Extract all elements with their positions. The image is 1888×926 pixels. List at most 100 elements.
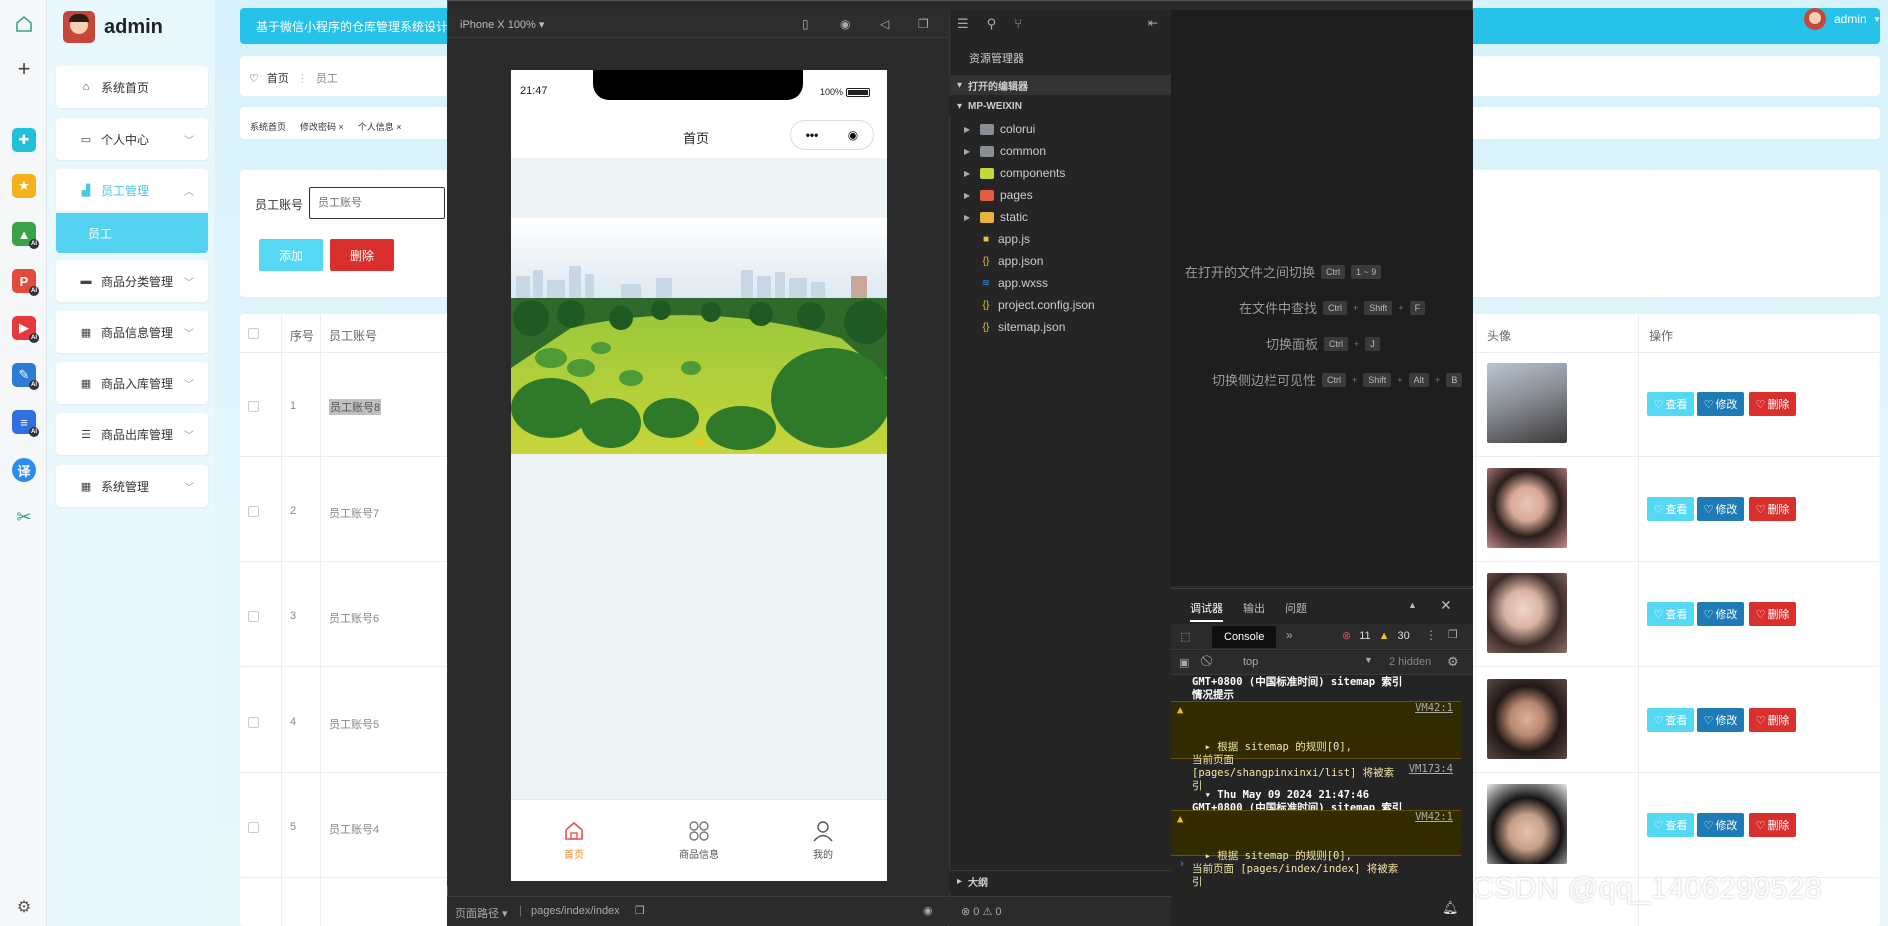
view-button[interactable]: ♡ 查看: [1647, 813, 1694, 837]
outline-section[interactable]: ▸ 大纲: [949, 870, 1171, 892]
doc-ai-icon[interactable]: ✎ AI: [12, 363, 39, 390]
text-ai-icon[interactable]: ≡ AI: [12, 410, 39, 437]
context-select[interactable]: top: [1243, 656, 1258, 668]
app-icon-1[interactable]: ✚: [12, 128, 36, 152]
tab-debugger[interactable]: 调试器: [1190, 600, 1223, 622]
home-banner-image[interactable]: [511, 218, 887, 454]
tag-item[interactable]: 修改密码 ×: [300, 120, 344, 133]
star-app-icon[interactable]: ★: [12, 174, 36, 198]
eye-icon[interactable]: ◉: [923, 904, 933, 917]
tree-folder[interactable]: ▶ colorui: [964, 119, 1035, 139]
page-path-label[interactable]: 页面路径 ▾: [455, 905, 508, 921]
menu-outbound[interactable]: ☰ 商品出库管理 ﹀: [56, 413, 208, 455]
volume-icon[interactable]: ◁: [880, 17, 889, 31]
tree-folder[interactable]: ▶ static: [964, 207, 1028, 227]
edit-button[interactable]: ♡ 修改: [1697, 602, 1744, 626]
tag-item[interactable]: 个人信息 ×: [358, 120, 402, 133]
tab-home[interactable]: 首页: [534, 820, 614, 861]
files-icon[interactable]: ☰: [957, 16, 969, 32]
tree-file[interactable]: {} project.config.json: [964, 295, 1095, 315]
search-input[interactable]: [309, 187, 445, 219]
row-checkbox[interactable]: [248, 822, 259, 833]
problems-indicator[interactable]: ⊗ 0 ⚠ 0: [949, 896, 1171, 926]
delete-button[interactable]: ♡ 删除: [1749, 392, 1796, 416]
edit-button[interactable]: ♡ 修改: [1697, 497, 1744, 521]
window-icon[interactable]: ❐: [918, 17, 929, 31]
menu-category[interactable]: ▬ 商品分类管理 ﹀: [56, 260, 208, 302]
menu-system[interactable]: ▦ 系统管理 ﹀: [56, 465, 208, 507]
tag-item[interactable]: 系统首页: [250, 120, 286, 133]
tree-file[interactable]: {} sitemap.json: [964, 317, 1066, 337]
collapse-icon[interactable]: ⇤: [1148, 16, 1158, 30]
bell-icon[interactable]: 🔔︎: [1442, 900, 1459, 916]
user-menu[interactable]: admin ▾: [1804, 8, 1879, 30]
submenu-staff[interactable]: 员工: [56, 213, 208, 253]
row-checkbox[interactable]: [248, 401, 259, 412]
edit-button[interactable]: ♡ 修改: [1697, 392, 1744, 416]
tree-folder[interactable]: ▶ common: [964, 141, 1046, 161]
view-button[interactable]: ♡ 查看: [1647, 497, 1694, 521]
phone-icon[interactable]: ▯: [802, 17, 809, 31]
more-icon[interactable]: •••: [806, 128, 819, 142]
settings-icon[interactable]: ⚙: [1447, 654, 1459, 670]
menu-inbound[interactable]: ▦ 商品入库管理 ﹀: [56, 362, 208, 404]
carousel-indicator[interactable]: [696, 439, 703, 446]
image-ai-icon[interactable]: ▲ AI: [12, 222, 39, 249]
tab-mine[interactable]: 我的: [783, 820, 863, 861]
more-tabs-icon[interactable]: »: [1286, 628, 1293, 642]
device-select[interactable]: iPhone X 100% ▾: [460, 18, 544, 31]
menu-staff[interactable]: ▟ 员工管理 ︿: [56, 169, 208, 211]
source-link[interactable]: VM42:1: [1415, 702, 1453, 715]
row-checkbox[interactable]: [248, 506, 259, 517]
miniapp-capsule[interactable]: ••• ◉: [790, 120, 874, 150]
scissors-icon[interactable]: ✂: [12, 505, 36, 529]
row-checkbox[interactable]: [248, 717, 259, 728]
source-link[interactable]: VM173:4: [1409, 763, 1453, 776]
copy-icon[interactable]: ❐: [635, 904, 645, 917]
inspect-icon[interactable]: ⬚: [1180, 630, 1190, 643]
tree-folder[interactable]: ▶ pages: [964, 185, 1033, 205]
sidebar-toggle-icon[interactable]: ▣: [1179, 656, 1189, 669]
settings-icon[interactable]: ⚙: [12, 895, 36, 919]
home-icon[interactable]: [12, 12, 36, 36]
close-miniapp-icon[interactable]: ◉: [848, 128, 858, 142]
delete-button[interactable]: ♡ 删除: [1749, 602, 1796, 626]
tab-goods[interactable]: 商品信息: [659, 820, 739, 861]
delete-button[interactable]: ♡ 删除: [1749, 497, 1796, 521]
breadcrumb-home[interactable]: 首页: [267, 70, 289, 86]
add-button[interactable]: 添加: [259, 239, 323, 271]
open-editors-section[interactable]: ▾ 打开的编辑器: [949, 75, 1171, 95]
menu-home[interactable]: ⌂ 系统首页: [56, 66, 208, 108]
stop-icon[interactable]: ◉: [840, 17, 850, 31]
kebab-menu-icon[interactable]: ⋮: [1425, 628, 1437, 642]
video-ai-icon[interactable]: ▶ AI: [12, 316, 39, 343]
tree-file[interactable]: {} app.json: [964, 251, 1044, 271]
tree-folder[interactable]: ▶ components: [964, 163, 1065, 183]
translate-icon[interactable]: 译: [12, 458, 36, 482]
delete-button[interactable]: ♡ 删除: [1749, 813, 1796, 837]
view-button[interactable]: ♡ 查看: [1647, 602, 1694, 626]
delete-button[interactable]: ♡ 删除: [1749, 708, 1796, 732]
source-link[interactable]: VM42:1: [1415, 811, 1453, 824]
plus-icon[interactable]: +: [12, 56, 36, 81]
pdf-ai-icon[interactable]: P AI: [12, 269, 39, 296]
search-icon[interactable]: ⚲: [987, 16, 997, 32]
tree-file[interactable]: ■ app.js: [964, 229, 1030, 249]
tree-file[interactable]: ≋ app.wxss: [964, 273, 1048, 293]
menu-personal[interactable]: ▭ 个人中心 ﹀: [56, 118, 208, 160]
row-checkbox[interactable]: [248, 611, 259, 622]
edit-button[interactable]: ♡ 修改: [1697, 813, 1744, 837]
dock-icon[interactable]: ❐: [1448, 628, 1458, 641]
console-prompt[interactable]: ›: [1180, 858, 1184, 870]
batch-delete-button[interactable]: 删除: [330, 239, 394, 271]
tab-output[interactable]: 输出: [1243, 600, 1265, 622]
close-icon[interactable]: ✕: [1440, 597, 1452, 614]
tab-problems[interactable]: 问题: [1285, 600, 1307, 622]
view-button[interactable]: ♡ 查看: [1647, 708, 1694, 732]
maximize-icon[interactable]: ▲: [1408, 600, 1417, 610]
console-tab[interactable]: Console: [1212, 626, 1277, 648]
select-all-checkbox[interactable]: [248, 328, 259, 339]
project-section[interactable]: ▾ MP-WEIXIN: [949, 96, 1171, 116]
edit-button[interactable]: ♡ 修改: [1697, 708, 1744, 732]
branch-icon[interactable]: ⑂: [1014, 16, 1022, 32]
